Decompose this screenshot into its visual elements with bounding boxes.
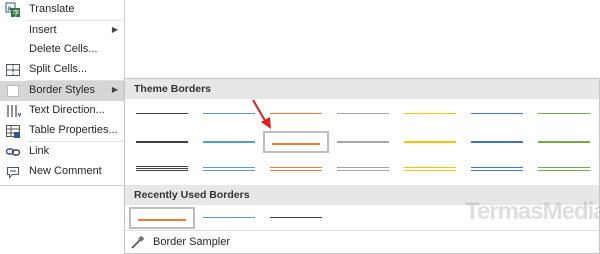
menu-item-delete-cells[interactable]: Delete Cells...: [0, 40, 124, 60]
theme-border-swatch[interactable]: [397, 103, 463, 125]
submenu-arrow-icon: ▶: [111, 85, 118, 94]
menu-item-border-styles[interactable]: Border Styles ▶: [0, 81, 124, 101]
menu-item-label: Delete Cells...: [29, 43, 98, 55]
theme-border-swatch[interactable]: [129, 103, 195, 125]
theme-border-swatch[interactable]: [330, 103, 396, 125]
menu-item-label: Link: [29, 145, 50, 157]
theme-border-swatch[interactable]: [531, 103, 597, 125]
theme-borders-heading: Theme Borders: [125, 79, 599, 99]
menu-item-label: Translate: [29, 3, 75, 15]
menu-item-label: Border Styles: [29, 84, 96, 96]
recent-border-swatch[interactable]: [196, 207, 262, 229]
menu-item-label: Table Properties...: [29, 124, 118, 136]
menu-item-label: Split Cells...: [29, 63, 88, 75]
recent-border-swatch[interactable]: [263, 207, 329, 229]
theme-border-swatch[interactable]: [263, 159, 329, 181]
watermark: TermasMedia: [465, 198, 600, 225]
theme-border-swatch[interactable]: [263, 131, 329, 153]
theme-border-swatch[interactable]: [129, 159, 195, 181]
border-sampler-icon: [131, 235, 145, 249]
red-arrow-icon: [252, 99, 271, 129]
svg-text:字: 字: [13, 9, 20, 18]
border-styles-gallery: Theme Borders Recently Used Borders Bord…: [124, 78, 600, 254]
theme-border-swatch[interactable]: [464, 131, 530, 153]
new-comment-icon: [5, 164, 21, 180]
link-icon: [5, 144, 21, 160]
theme-border-swatch[interactable]: [397, 131, 463, 153]
theme-border-swatch[interactable]: [531, 159, 597, 181]
theme-border-swatch[interactable]: [129, 131, 195, 153]
menu-item-text-direction[interactable]: Text Direction...: [0, 101, 124, 121]
menu-item-label: Insert: [29, 24, 57, 36]
theme-border-swatch[interactable]: [531, 131, 597, 153]
table-properties-icon: [5, 123, 21, 139]
border-styles-icon: [5, 83, 21, 99]
split-cells-icon: [5, 62, 21, 78]
theme-border-swatch[interactable]: [464, 159, 530, 181]
menu-item-translate[interactable]: a 字 Translate: [0, 0, 124, 20]
menu-item-new-comment[interactable]: New Comment: [0, 162, 124, 182]
theme-border-swatch[interactable]: [330, 131, 396, 153]
menu-item-link[interactable]: Link: [0, 142, 124, 162]
text-direction-icon: [5, 103, 22, 119]
theme-border-swatch[interactable]: [196, 131, 262, 153]
menu-item-table-properties[interactable]: Table Properties...: [0, 121, 124, 141]
menu-item-label: Text Direction...: [29, 104, 105, 116]
theme-border-swatch[interactable]: [330, 159, 396, 181]
theme-border-swatch[interactable]: [397, 159, 463, 181]
submenu-arrow-icon: ▶: [111, 25, 118, 34]
svg-text:a: a: [8, 6, 12, 13]
menu-item-label: New Comment: [29, 165, 102, 177]
menu-item-split-cells[interactable]: Split Cells...: [0, 60, 124, 80]
theme-border-swatch[interactable]: [196, 159, 262, 181]
gallery-separator: [125, 230, 599, 231]
context-menu: a 字 Translate Insert ▶ Delete Cells... S…: [0, 0, 125, 186]
translate-icon: a 字: [5, 2, 21, 18]
theme-border-swatch[interactable]: [464, 103, 530, 125]
recent-border-swatch[interactable]: [129, 207, 195, 229]
menu-item-insert[interactable]: Insert ▶: [0, 21, 124, 41]
border-sampler-button[interactable]: Border Sampler: [125, 232, 599, 252]
